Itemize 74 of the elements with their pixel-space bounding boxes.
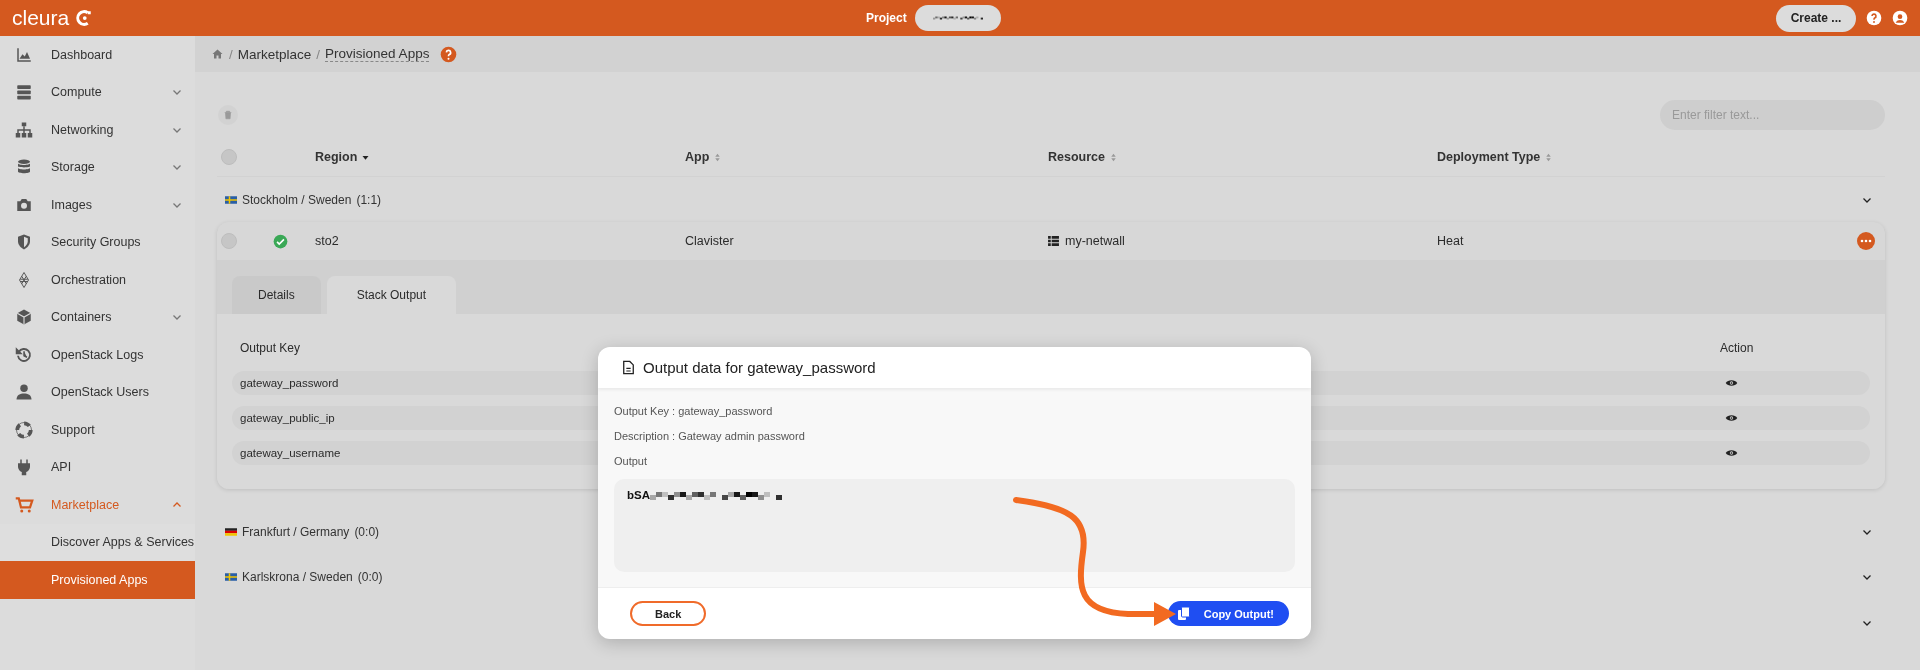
- region-group-label: Stockholm / Sweden: [242, 192, 352, 207]
- column-header[interactable]: Resource: [1048, 150, 1437, 164]
- dots-icon: [1860, 239, 1872, 243]
- sidebar-item[interactable]: Storage: [0, 148, 195, 186]
- column-header[interactable]: Region: [315, 150, 685, 164]
- help-icon: [440, 45, 458, 63]
- region-group-label: Karlskrona / Sweden: [242, 569, 353, 584]
- chart-icon: [14, 45, 34, 64]
- select-all-checkbox[interactable]: [221, 149, 237, 165]
- sidebar-item[interactable]: Images: [0, 186, 195, 224]
- home-icon: [211, 48, 224, 60]
- detail-text: Description : Gateway admin password: [614, 429, 805, 442]
- group-count: (1:1): [356, 192, 382, 207]
- group-count: (0:0): [354, 524, 380, 539]
- column-header: Action: [1720, 341, 1755, 355]
- table-cell-text: gateway_password: [240, 377, 340, 389]
- table-cell-text: gateway_username: [240, 447, 342, 459]
- sidebar-item[interactable]: Security Groups: [0, 223, 195, 261]
- detail-text: Output Key : gateway_password: [614, 404, 773, 417]
- project-label: Project: [866, 11, 907, 25]
- sidebar-item[interactable]: Support: [0, 411, 195, 449]
- c-logo-icon: [75, 9, 94, 27]
- create-button[interactable]: Create ...: [1776, 4, 1856, 32]
- server-stack-icon: [14, 83, 34, 102]
- column-header[interactable]: Deployment Type: [1437, 150, 1885, 164]
- help-icon: [1866, 10, 1882, 26]
- eye-icon: [1725, 413, 1738, 423]
- sidebar-item[interactable]: OpenStack Users: [0, 373, 195, 411]
- network-icon: [14, 120, 34, 139]
- sidebar-item[interactable]: Orchestration: [0, 261, 195, 299]
- logo-text: cleura: [12, 6, 70, 30]
- table-cell: my-netwall: [1065, 234, 1125, 248]
- eye-icon: [1725, 378, 1738, 388]
- more-button[interactable]: [1857, 232, 1875, 250]
- table-cell: Heat: [1437, 234, 1464, 248]
- cube-icon: [14, 308, 34, 327]
- region-group-label: Frankfurt / Germany: [242, 524, 350, 539]
- table-cell-text: Clavister: [685, 234, 735, 248]
- delete-button[interactable]: [218, 105, 238, 125]
- breadcrumb-link[interactable]: Provisioned Apps: [325, 46, 430, 62]
- copy-icon: [1177, 607, 1190, 620]
- eye-icon: [1725, 448, 1738, 458]
- sidebar-item[interactable]: Compute: [0, 73, 195, 111]
- column-header[interactable]: App: [685, 150, 1048, 164]
- breadcrumb-separator: /: [316, 46, 321, 62]
- lifebuoy-icon: [14, 420, 34, 439]
- output-label: Output: [614, 454, 648, 467]
- table-cell-text: sto2: [315, 234, 340, 248]
- history-icon: [14, 345, 34, 364]
- user-icon: [1892, 10, 1908, 26]
- cart-icon: [14, 495, 34, 514]
- dialog-title: Output data for gateway_password: [643, 359, 876, 376]
- sidebar-item[interactable]: OpenStack Logs: [0, 336, 195, 374]
- project-selector[interactable]: [914, 5, 1001, 31]
- sidebar-item[interactable]: API: [0, 448, 195, 486]
- sidebar-subitem[interactable]: Provisioned Apps: [0, 561, 195, 599]
- sidebar-item[interactable]: Containers: [0, 298, 195, 336]
- breadcrumb-link[interactable]: Marketplace: [237, 46, 312, 62]
- back-button[interactable]: Back: [630, 601, 707, 626]
- user-icon: [14, 383, 34, 402]
- output-value: bSA: [627, 489, 650, 501]
- document-icon: [622, 360, 635, 375]
- group-count: (0:0): [357, 569, 383, 584]
- trash-icon: [223, 110, 233, 120]
- sidebar-item[interactable]: Networking: [0, 111, 195, 149]
- tab[interactable]: Stack Output: [326, 276, 457, 314]
- column-header: Output Key: [240, 341, 302, 355]
- sidebar-item[interactable]: Dashboard: [0, 36, 195, 74]
- tab[interactable]: Details: [232, 276, 321, 314]
- copy-button[interactable]: Copy Output!: [1167, 601, 1289, 626]
- breadcrumb-separator: /: [229, 46, 233, 62]
- row-checkbox[interactable]: [221, 233, 237, 249]
- list-icon: [1048, 236, 1059, 246]
- redacted-text-drawing: [932, 14, 983, 22]
